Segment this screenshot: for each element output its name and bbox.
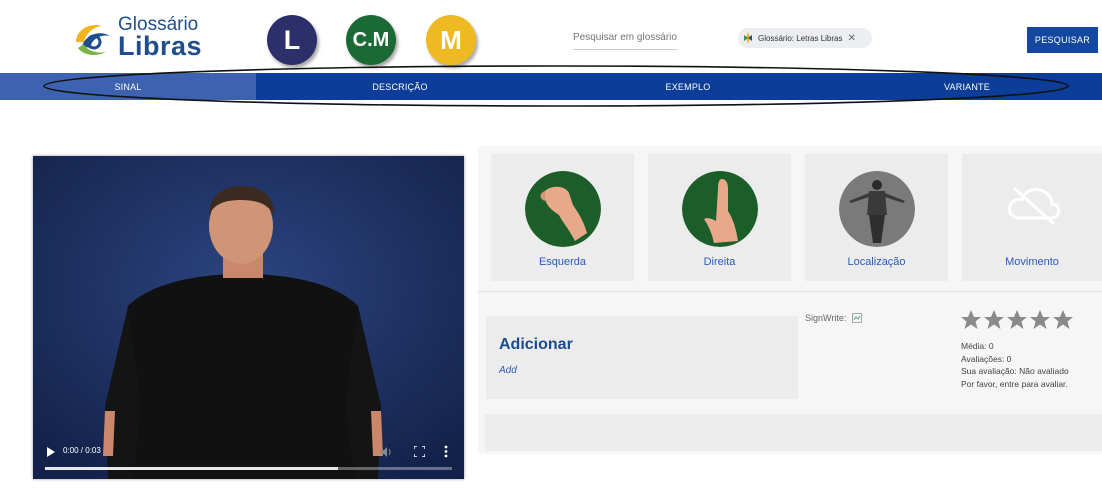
param-label-esquerda: Esquerda — [538, 256, 587, 268]
main-nav: SINAL DESCRIÇÃO EXEMPLO VARIANTE — [0, 73, 1102, 100]
volume-icon[interactable] — [380, 446, 392, 458]
letras-libras-icon — [744, 32, 752, 44]
logo-text-libras: Libras — [118, 31, 203, 61]
header: Glossário Libras L C.M M Glossário: Letr… — [0, 0, 1102, 72]
rating-login-hint: Por favor, entre para avaliar. — [961, 378, 1068, 389]
param-label-movimento: Movimento — [1005, 256, 1059, 268]
video-controls: 0:00 / 0:03 — [33, 435, 464, 479]
fullscreen-icon[interactable] — [414, 446, 425, 457]
star-icon[interactable] — [1029, 309, 1051, 331]
close-icon[interactable]: ✕ — [847, 33, 855, 44]
hands-logo-icon — [76, 24, 110, 55]
search-button[interactable]: PESQUISAR — [1027, 27, 1098, 53]
param-card-direita[interactable]: Direita — [648, 154, 791, 281]
video-player[interactable]: 0:00 / 0:03 — [33, 156, 464, 479]
add-link[interactable]: Add — [499, 365, 517, 376]
param-card-localizacao[interactable]: Localização — [805, 154, 948, 281]
video-progress-fill — [45, 467, 339, 470]
bottom-bar — [485, 414, 1102, 451]
rating-stars[interactable] — [960, 309, 1075, 333]
star-icon[interactable] — [1006, 309, 1028, 331]
star-icon[interactable] — [983, 309, 1005, 331]
cloud-off-icon — [1008, 186, 1061, 226]
filter-chip[interactable]: Glossário: Letras Libras ✕ — [738, 28, 872, 48]
param-card-esquerda[interactable]: Esquerda — [491, 154, 634, 281]
param-label-localizacao: Localização — [847, 256, 906, 268]
signwrite-label: SignWrite: — [805, 313, 847, 323]
filter-chip-label: Glossário: Letras Libras — [758, 33, 843, 43]
signer-video-frame — [33, 156, 464, 479]
search-input[interactable] — [573, 26, 677, 50]
param-label-direita: Direita — [703, 256, 736, 268]
glossary-m-button[interactable]: M — [426, 15, 476, 65]
rating-sua-avaliacao: Sua avaliação: Não avaliado — [961, 366, 1069, 376]
add-section: Adicionar Add — [486, 316, 798, 399]
rating-avaliacoes: Avaliações: 0 — [961, 353, 1012, 364]
tab-descricao[interactable]: DESCRIÇÃO — [256, 73, 544, 100]
right-hand-image — [682, 171, 758, 247]
tab-exemplo[interactable]: EXEMPLO — [544, 73, 832, 100]
play-icon[interactable] — [47, 447, 55, 457]
star-icon[interactable] — [1052, 309, 1074, 331]
video-progress-bar[interactable] — [45, 467, 452, 470]
param-card-movimento[interactable]: Movimento — [962, 154, 1102, 281]
signwrite: SignWrite: — [805, 313, 863, 323]
more-options-icon[interactable] — [444, 445, 448, 458]
glossary-cm-button[interactable]: C.M — [346, 15, 396, 65]
rating-media: Média: 0 — [961, 341, 994, 351]
add-title: Adicionar — [499, 336, 573, 353]
video-time: 0:00 / 0:03 — [63, 446, 101, 455]
star-icon[interactable] — [960, 309, 982, 331]
tab-variante[interactable]: VARIANTE — [832, 73, 1102, 100]
rating-info: Média: 0 Avaliações: 0 Sua avaliação: Nã… — [961, 340, 1069, 390]
broken-image-icon — [852, 313, 863, 323]
glossary-letras-button[interactable]: L — [267, 15, 317, 65]
section-divider — [478, 291, 1102, 292]
tab-sinal[interactable]: SINAL — [0, 73, 256, 100]
left-hand-image — [525, 171, 601, 247]
body-location-image — [839, 171, 915, 247]
glossario-libras-logo[interactable]: Glossário Libras — [72, 14, 202, 62]
